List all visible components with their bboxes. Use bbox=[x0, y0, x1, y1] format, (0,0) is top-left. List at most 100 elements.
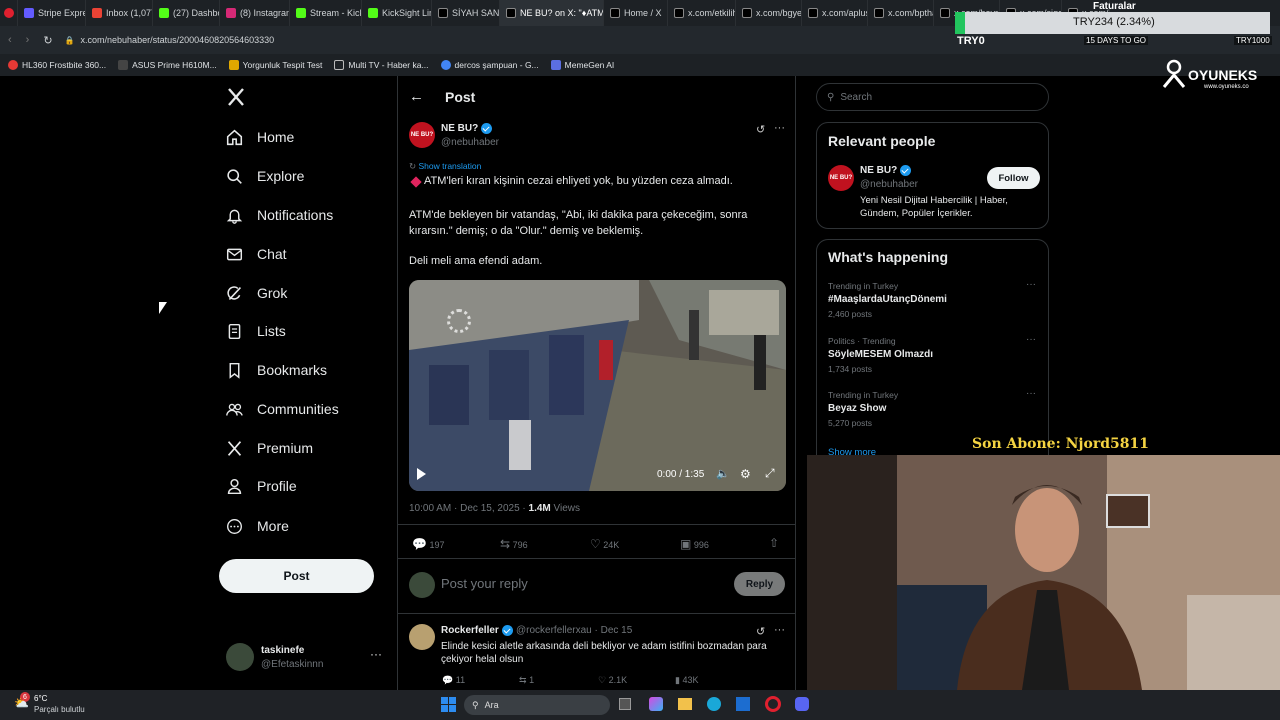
nav-communities[interactable]: Communities bbox=[226, 397, 339, 421]
communities-icon bbox=[226, 403, 243, 416]
kick-icon bbox=[159, 8, 169, 18]
url-field[interactable]: x.com/nebuhaber/status/20004608205646033… bbox=[81, 35, 275, 45]
folder-icon bbox=[228, 60, 239, 70]
reply-input[interactable]: Post your reply bbox=[441, 576, 528, 591]
tab-x-1[interactable]: x.com/etkilih bbox=[668, 0, 736, 26]
bookmark-yorgunluk[interactable]: Yorgunluk Tespit Test bbox=[228, 60, 322, 70]
tab-x-3[interactable]: x.com/aplusr bbox=[802, 0, 868, 26]
windows-start-icon[interactable] bbox=[441, 697, 456, 712]
search-input[interactable]: Search bbox=[840, 92, 872, 103]
author-name[interactable]: NE BU? bbox=[441, 123, 493, 134]
more-icon[interactable]: ··· bbox=[774, 122, 785, 134]
repost-action[interactable]: ⇆ 796 bbox=[500, 537, 528, 551]
nav-home[interactable]: Home bbox=[226, 125, 294, 149]
video-player[interactable]: 0:00 / 1:35 🔈 ⚙ ⤢ bbox=[409, 280, 786, 491]
nav-notifications[interactable]: Notifications bbox=[226, 203, 333, 227]
share-icon[interactable]: ⇧ bbox=[769, 536, 779, 550]
x-icon bbox=[940, 8, 950, 18]
more-icon[interactable]: ··· bbox=[370, 647, 382, 661]
trend-item[interactable]: Trending in Turkey #MaaşlardaUtançDönemi… bbox=[828, 281, 1038, 319]
trend-item[interactable]: Trending in Turkey Beyaz Show 5,270 post… bbox=[828, 390, 1038, 428]
tab-x-2[interactable]: x.com/bgyeti bbox=[736, 0, 802, 26]
play-icon[interactable] bbox=[417, 468, 426, 480]
back-icon[interactable]: ‹ bbox=[8, 34, 12, 46]
reply-reposts[interactable]: ⇆ 1 bbox=[519, 675, 534, 686]
weather-icon[interactable]: ⛅ bbox=[14, 696, 29, 710]
person-name[interactable]: NE BU? bbox=[860, 165, 912, 176]
reload-icon[interactable]: ↻ bbox=[43, 34, 52, 47]
author-handle[interactable]: @nebuhaber bbox=[441, 137, 499, 148]
tab-dashboard[interactable]: (27) Dashbo bbox=[153, 0, 220, 26]
bookmark-dercos[interactable]: dercos şampuan - G... bbox=[440, 60, 539, 70]
author-avatar[interactable]: NE BU? bbox=[409, 122, 435, 148]
forward-icon[interactable]: › bbox=[26, 34, 30, 46]
mouse-cursor-icon bbox=[159, 302, 167, 314]
tab-stripe[interactable]: Stripe Express bbox=[18, 0, 86, 26]
tab-active-post[interactable]: NE BU? on X: "♦ATM bbox=[500, 0, 604, 26]
nav-premium[interactable]: Premium bbox=[226, 436, 313, 460]
fullscreen-icon[interactable]: ⤢ bbox=[765, 466, 775, 481]
nav-lists[interactable]: Lists bbox=[226, 319, 286, 343]
taskbar-search[interactable]: ⚲ Ara bbox=[464, 695, 610, 715]
oyuneks-logo-icon bbox=[1162, 59, 1186, 88]
video-time: 0:00 / 1:35 bbox=[657, 469, 705, 480]
trend-item[interactable]: Politics · Trending SöyleMESEM Olmazdı 1… bbox=[828, 336, 1038, 374]
reply-action[interactable]: 💬 197 bbox=[412, 537, 445, 551]
grok-explain-icon[interactable]: ↺ bbox=[756, 123, 765, 136]
edge-icon[interactable] bbox=[707, 697, 721, 711]
reply-replies[interactable]: 💬 11 bbox=[442, 675, 465, 686]
post-text-line3: Deli meli ama efendi adam. bbox=[409, 255, 543, 267]
person-avatar[interactable]: NE BU? bbox=[828, 165, 854, 191]
nav-explore[interactable]: Explore bbox=[226, 164, 304, 188]
search-field[interactable]: ⚲ Search bbox=[816, 83, 1049, 111]
tab-instagram[interactable]: (8) Instagram bbox=[220, 0, 290, 26]
bookmark-asus[interactable]: ASUS Prime H610M... bbox=[118, 60, 217, 70]
nav-chat[interactable]: Chat bbox=[226, 242, 287, 266]
tab-stream[interactable]: Stream - Kick bbox=[290, 0, 362, 26]
more-icon[interactable]: ··· bbox=[1026, 388, 1036, 399]
back-arrow-icon[interactable]: ← bbox=[409, 88, 424, 105]
nav-grok[interactable]: Grok bbox=[226, 281, 287, 305]
reply-views[interactable]: ▮ 43K bbox=[675, 675, 698, 686]
opera-logo-icon[interactable] bbox=[0, 0, 18, 26]
tab-x-4[interactable]: x.com/bpthal bbox=[868, 0, 934, 26]
reply-avatar[interactable] bbox=[409, 624, 435, 650]
copilot-icon[interactable] bbox=[649, 697, 663, 711]
tab-gmail[interactable]: Inbox (1,077) bbox=[86, 0, 153, 26]
follow-button[interactable]: Follow bbox=[987, 167, 1040, 189]
more-icon[interactable]: ··· bbox=[1026, 279, 1036, 290]
like-action[interactable]: ♡ 24K bbox=[590, 537, 619, 551]
store-icon[interactable] bbox=[736, 697, 750, 711]
bookmark-hl360[interactable]: HL360 Frostbite 360... bbox=[8, 60, 106, 70]
x-icon bbox=[506, 8, 516, 18]
bookmark-multitv[interactable]: Multi TV - Haber ka... bbox=[334, 60, 429, 70]
bookmark-action[interactable]: ▣ 996 bbox=[680, 537, 709, 551]
post-button[interactable]: Post bbox=[219, 559, 374, 593]
task-view-icon[interactable] bbox=[619, 698, 631, 710]
reply-author-name[interactable]: Rockerfeller bbox=[441, 625, 513, 636]
loading-spinner-icon bbox=[447, 309, 471, 333]
x-logo-icon[interactable] bbox=[226, 87, 246, 112]
reply-button[interactable]: Reply bbox=[734, 572, 785, 596]
volume-icon[interactable]: 🔈 bbox=[716, 467, 730, 480]
tab-home-x[interactable]: Home / X bbox=[604, 0, 668, 26]
reply-likes[interactable]: ♡ 2.1K bbox=[598, 675, 627, 686]
tab-siyah-sanca[interactable]: SİYAH SANCA bbox=[432, 0, 500, 26]
bell-icon bbox=[226, 209, 243, 224]
account-switcher[interactable]: taskinefe @Efetaskinnn ··· bbox=[226, 643, 386, 673]
settings-gear-icon[interactable]: ⚙ bbox=[740, 467, 751, 481]
nav-profile[interactable]: Profile bbox=[226, 474, 297, 498]
trend-name: #MaaşlardaUtançDönemi bbox=[828, 294, 947, 305]
grok-explain-icon[interactable]: ↺ bbox=[756, 625, 765, 638]
opera-icon[interactable] bbox=[765, 696, 781, 712]
nav-bookmarks[interactable]: Bookmarks bbox=[226, 358, 327, 382]
show-translation-link[interactable]: ↻ Show translation bbox=[409, 161, 481, 172]
bookmark-memegen[interactable]: MemeGen AI bbox=[550, 60, 614, 70]
more-icon[interactable]: ··· bbox=[1026, 334, 1036, 345]
nav-more[interactable]: More bbox=[226, 514, 289, 538]
tab-kicksight[interactable]: KickSight Link bbox=[362, 0, 432, 26]
brand-name: OYUNEKS bbox=[1188, 67, 1258, 83]
discord-icon[interactable] bbox=[795, 697, 809, 711]
more-icon[interactable]: ··· bbox=[774, 624, 785, 636]
file-explorer-icon[interactable] bbox=[678, 698, 692, 710]
